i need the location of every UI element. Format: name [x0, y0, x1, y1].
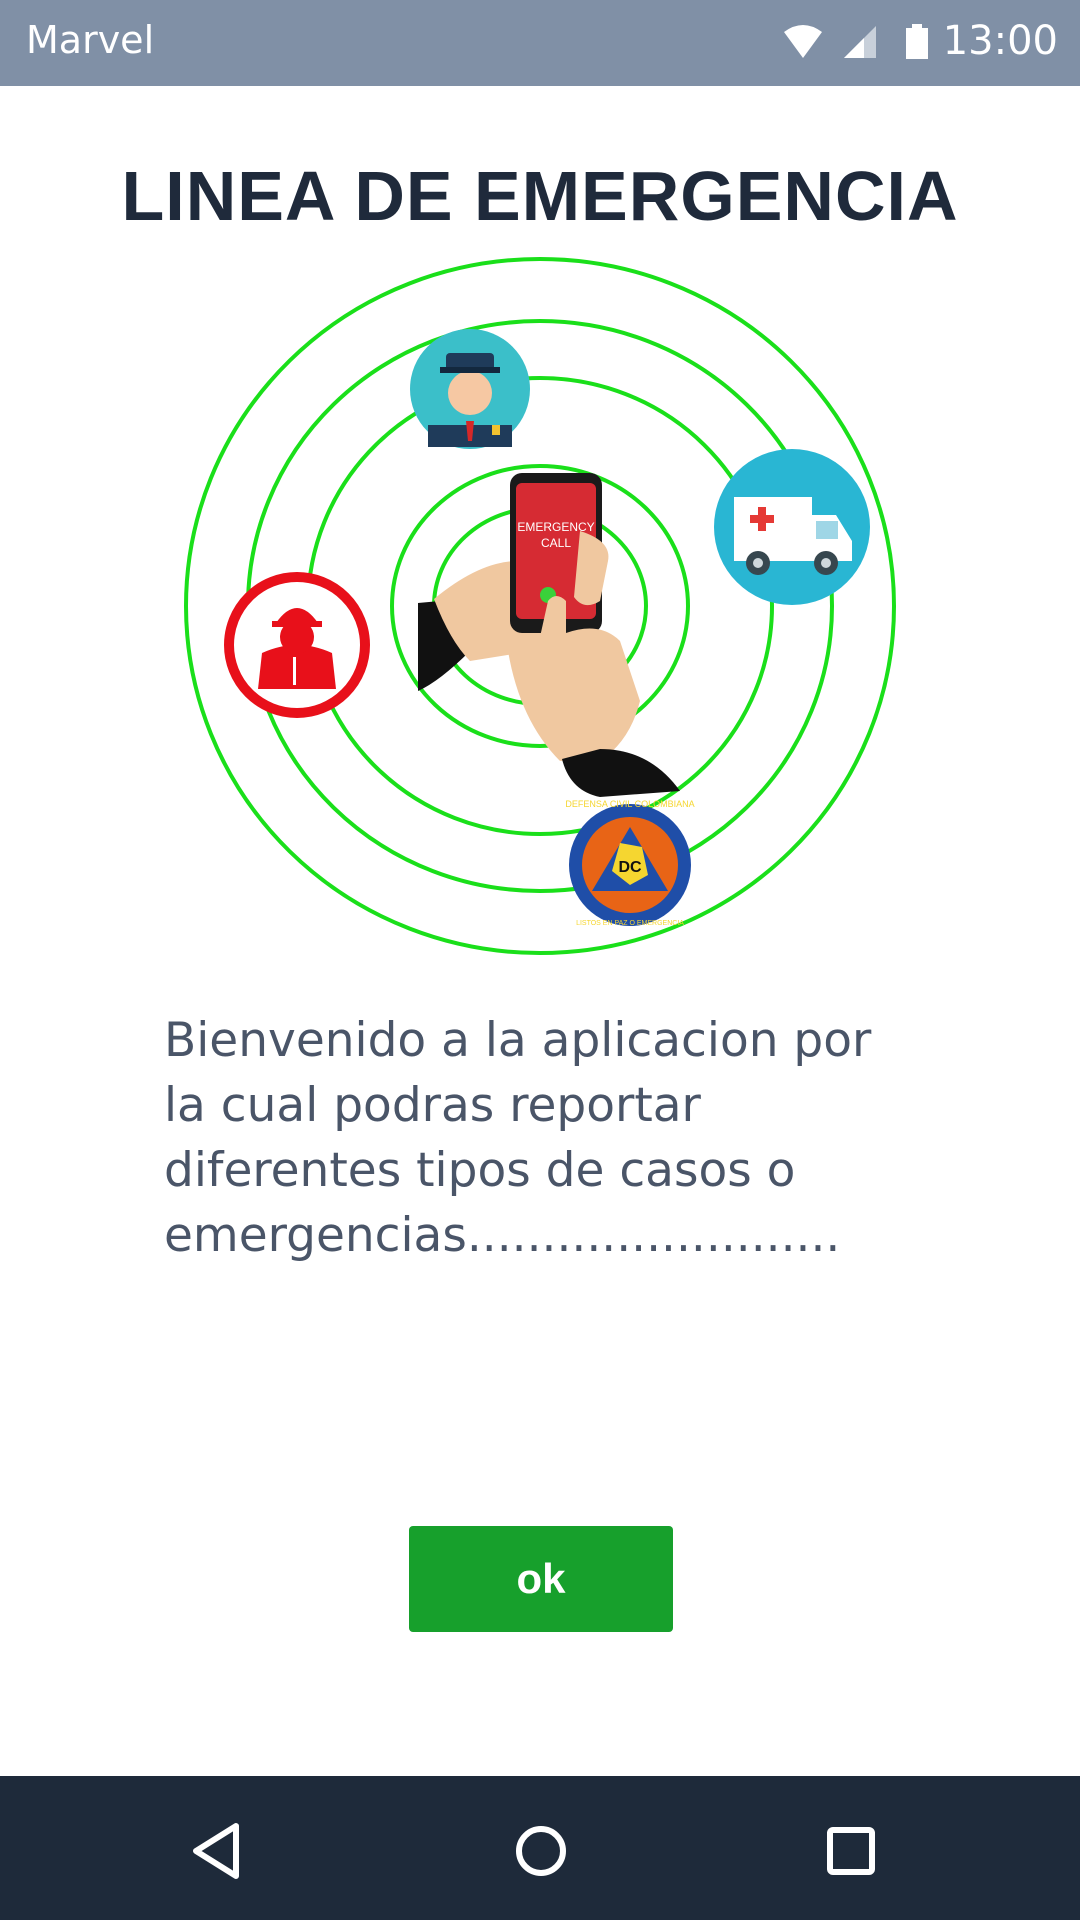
recents-icon[interactable]: [816, 1816, 886, 1886]
page-title: LINEA DE EMERGENCIA: [121, 157, 959, 235]
badge-text-top: DEFENSA CIVIL COLOMBIANA: [565, 799, 694, 809]
signal-icon: [844, 26, 876, 58]
welcome-description: Bienvenido a la aplicacion por la cual p…: [164, 1013, 872, 1263]
status-time: 13:00: [942, 18, 1058, 64]
battery-icon: [906, 24, 928, 59]
status-app-name: Marvel: [26, 18, 155, 62]
emergency-illustration: EMERGENCY CALL DEFENSA CIVIL COLOMBIANA …: [184, 257, 896, 955]
firefighter-icon: [224, 572, 370, 718]
home-icon[interactable]: [506, 1816, 576, 1886]
ambulance-icon: [714, 449, 870, 605]
police-officer-icon: [410, 329, 530, 449]
back-icon[interactable]: [182, 1816, 252, 1886]
badge-text-bottom: LISTOS EN PAZ O EMERGENCIA: [576, 920, 684, 927]
welcome-screen: LINEA DE EMERGENCIA EMERGENCY CALL DEFEN…: [0, 86, 1080, 1776]
civil-defense-badge: DEFENSA CIVIL COLOMBIANA DC LISTOS EN PA…: [565, 799, 694, 927]
navigation-bar: [0, 1776, 1080, 1920]
badge-text-center: DC: [618, 859, 642, 876]
phone-text-line1: EMERGENCY: [517, 520, 594, 534]
status-bar: Marvel 13:00: [0, 0, 1080, 86]
wifi-icon: [784, 25, 822, 58]
phone-text-line2: CALL: [541, 536, 571, 550]
ok-button[interactable]: ok: [409, 1526, 673, 1632]
